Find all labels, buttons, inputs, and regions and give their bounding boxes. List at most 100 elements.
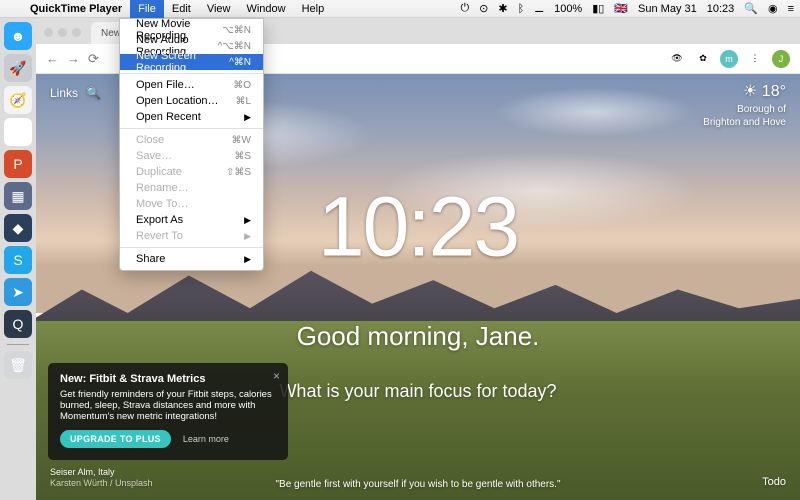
menu-shortcut: ⌥⌘N <box>222 25 251 36</box>
reload-button[interactable]: ⟳ <box>88 51 99 67</box>
menu-item-label: Duplicate <box>136 166 182 178</box>
file-menu-dropdown: New Movie Recording⌥⌘NNew Audio Recordin… <box>119 18 264 271</box>
dock-skype-icon[interactable]: S <box>4 246 32 274</box>
promo-title: New: Fitbit & Strava Metrics <box>60 373 276 385</box>
menu-item-revert-to: Revert To▶ <box>120 228 263 244</box>
menu-help[interactable]: Help <box>294 0 333 18</box>
app-name[interactable]: QuickTime Player <box>22 3 130 15</box>
extension-icon[interactable]: m <box>720 50 738 68</box>
dock-app1-icon[interactable]: ▦ <box>4 182 32 210</box>
wifi-icon[interactable]: ⚊ <box>534 2 544 15</box>
menubar-left: QuickTime Player File Edit View Window H… <box>6 0 332 18</box>
menu-shortcut: ⌘O <box>233 80 251 91</box>
links-button[interactable]: Links 🔍 <box>50 86 101 100</box>
notifications-icon[interactable]: ≡ <box>788 3 794 15</box>
control-center-icon[interactable]: ◉ <box>768 2 778 15</box>
dock-quicktime-icon[interactable]: Q <box>4 310 32 338</box>
menu-item-label: Share <box>136 253 165 265</box>
extensions-menu-icon[interactable]: ⋮ <box>746 50 764 68</box>
menu-item-label: Open Recent <box>136 111 201 123</box>
menu-edit[interactable]: Edit <box>164 0 199 18</box>
dock-steam-icon[interactable]: ◆ <box>4 214 32 242</box>
spotlight-icon[interactable]: 🔍 <box>744 2 758 15</box>
menu-item-open-location[interactable]: Open Location… ⌘L <box>120 93 263 109</box>
back-button[interactable]: ← <box>46 51 59 66</box>
weather-location-line2: Brighton and Hove <box>703 116 786 129</box>
menu-shortcut: ⌘L <box>235 96 251 107</box>
menu-item-rename: Rename… <box>120 180 263 196</box>
forward-button[interactable]: → <box>67 51 80 66</box>
menubar-right: ⏻ ⊙ ✱ ᛒ ⚊ 100% ▮▯ 🇬🇧 Sun May 31 10:23 🔍 … <box>460 2 794 15</box>
bluetooth-icon[interactable]: ᛒ <box>518 3 525 15</box>
menu-item-open-recent[interactable]: Open Recent ▶ <box>120 109 263 125</box>
close-icon[interactable]: × <box>273 369 280 383</box>
dock-chrome-icon[interactable]: ◉ <box>4 118 32 146</box>
menu-item-label: Open File… <box>136 79 195 91</box>
dock: ☻ 🚀 🧭 ◉ P ▦ ◆ S ➤ Q 🗑 <box>0 18 36 500</box>
menu-item-label: New Screen Recording <box>136 50 229 74</box>
menu-item-move-to: Move To… <box>120 196 263 212</box>
menubar-date: Sun May 31 <box>638 3 697 15</box>
menu-item-label: Revert To <box>136 230 183 242</box>
chevron-right-icon: ▶ <box>244 254 251 265</box>
menu-item-label: Move To… <box>136 198 188 210</box>
menubar-icon[interactable]: ⊙ <box>479 2 488 15</box>
dock-finder-icon[interactable]: ☻ <box>4 22 32 50</box>
flag-icon[interactable]: 🇬🇧 <box>614 2 628 15</box>
menu-shortcut: ⌘W <box>232 135 251 146</box>
menu-item-export-as[interactable]: Export As ▶ <box>120 212 263 228</box>
menu-file[interactable]: File <box>130 0 164 18</box>
menu-item-save: Save… ⌘S <box>120 148 263 164</box>
chevron-right-icon: ▶ <box>244 215 251 226</box>
upgrade-button[interactable]: UPGRADE TO PLUS <box>60 430 171 448</box>
battery-label: 100% <box>554 3 582 15</box>
macos-menubar: QuickTime Player File Edit View Window H… <box>0 0 800 18</box>
photo-credit[interactable]: Seiser Alm, Italy Karsten Würth / Unspla… <box>50 467 153 490</box>
menu-window[interactable]: Window <box>238 0 293 18</box>
menu-item-close: Close ⌘W <box>120 132 263 148</box>
profile-avatar[interactable]: J <box>772 50 790 68</box>
weather-location-line1: Borough of <box>703 103 786 116</box>
menu-item-label: Export As <box>136 214 183 226</box>
dock-powerpoint-icon[interactable]: P <box>4 150 32 178</box>
greeting: Good morning, Jane. <box>297 321 540 352</box>
links-label: Links <box>50 86 78 100</box>
menu-item-open-file[interactable]: Open File… ⌘O <box>120 77 263 93</box>
extension-icon[interactable]: ✿ <box>694 50 712 68</box>
todo-button[interactable]: Todo <box>762 476 786 488</box>
promo-body: Get friendly reminders of your Fitbit st… <box>60 389 276 422</box>
menu-view[interactable]: View <box>199 0 239 18</box>
dock-trash-icon[interactable]: 🗑 <box>4 351 32 379</box>
menu-item-label: Open Location… <box>136 95 219 107</box>
menu-shortcut: ⇧⌘S <box>226 167 251 178</box>
extension-icon[interactable]: 👁 <box>668 50 686 68</box>
menu-item-duplicate: Duplicate ⇧⌘S <box>120 164 263 180</box>
menubar-icon[interactable]: ⏻ <box>460 2 469 15</box>
menu-item-new-screen-recording[interactable]: New Screen Recording^⌘N <box>120 54 263 70</box>
weather-temp: 18° <box>762 83 786 100</box>
battery-icon[interactable]: ▮▯ <box>592 2 604 15</box>
focus-prompt[interactable]: What is your main focus for today? <box>279 381 556 402</box>
search-icon[interactable]: 🔍 <box>86 86 101 100</box>
photo-author: Karsten Würth / Unsplash <box>50 478 153 490</box>
weather-widget[interactable]: ☀ 18° Borough of Brighton and Hove <box>703 82 786 129</box>
weather-icon: ☀ <box>743 83 757 100</box>
menu-item-share[interactable]: Share ▶ <box>120 251 263 267</box>
menubar-time: 10:23 <box>707 3 735 15</box>
menu-shortcut: ^⌘N <box>229 57 251 68</box>
promo-card: × New: Fitbit & Strava Metrics Get frien… <box>48 363 288 460</box>
photo-location: Seiser Alm, Italy <box>50 467 153 479</box>
menu-item-label: Save… <box>136 150 172 162</box>
dock-launchpad-icon[interactable]: 🚀 <box>4 54 32 82</box>
quote: "Be gentle first with yourself if you wi… <box>275 479 560 490</box>
learn-more-link[interactable]: Learn more <box>183 434 229 444</box>
menu-item-label: Close <box>136 134 164 146</box>
dock-safari-icon[interactable]: 🧭 <box>4 86 32 114</box>
menu-item-label: Rename… <box>136 182 189 194</box>
menubar-icon[interactable]: ✱ <box>498 2 507 15</box>
window-controls[interactable] <box>44 28 81 37</box>
dock-telegram-icon[interactable]: ➤ <box>4 278 32 306</box>
menu-shortcut: ⌘S <box>234 151 251 162</box>
chevron-right-icon: ▶ <box>244 112 251 123</box>
clock: 10:23 <box>318 179 518 276</box>
